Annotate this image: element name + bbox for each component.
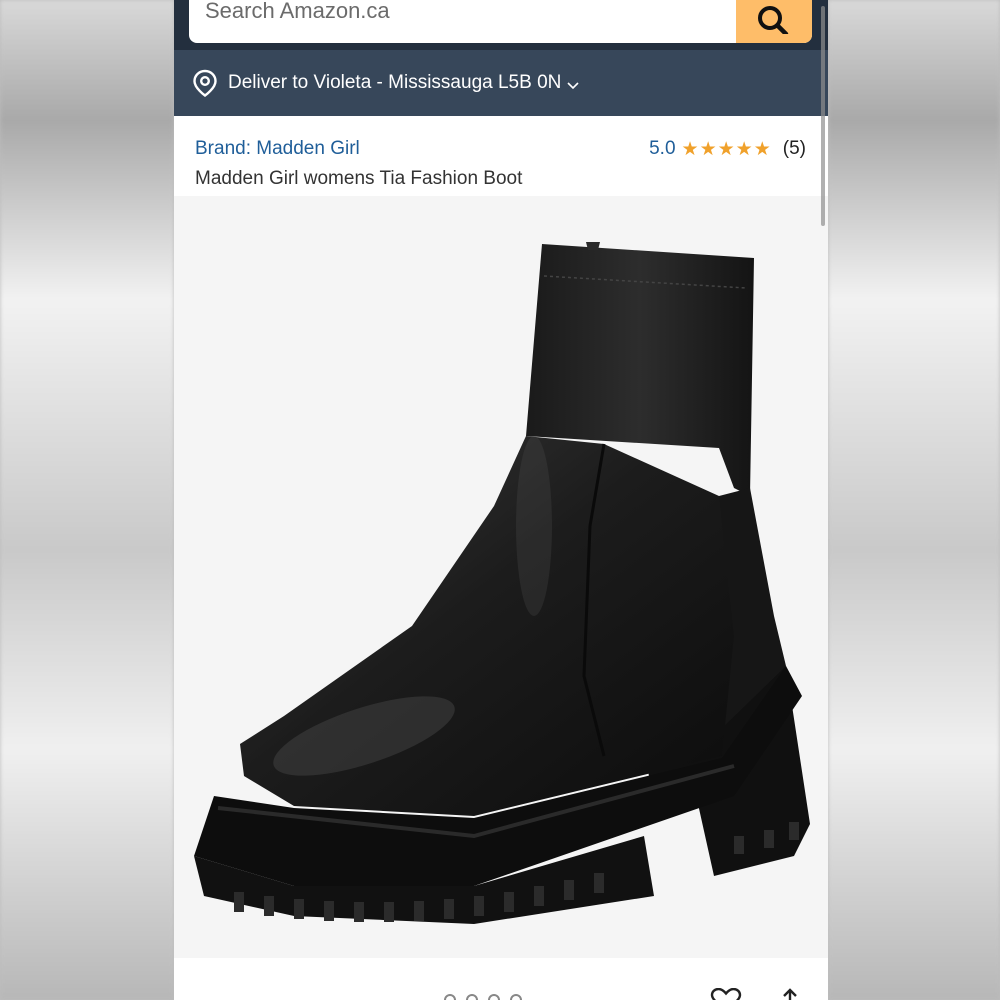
search-input[interactable]: Search Amazon.ca [205,0,390,24]
heart-icon[interactable] [709,988,743,1000]
image-footer [174,958,828,1000]
star-icon: ★ [717,138,735,160]
carousel-dot[interactable] [510,994,522,1000]
search-box[interactable]: Search Amazon.ca [189,0,812,43]
deliver-bar[interactable]: Deliver to Violeta - Mississauga L5B 0N [174,50,828,116]
brand-link[interactable]: Brand: Madden Girl [195,138,360,160]
deliver-to-text[interactable]: Deliver to Violeta - Mississauga L5B 0N [228,72,561,94]
rating[interactable]: 5.0 ★ ★ ★ ★ ★ (5) [649,138,806,160]
product-image[interactable] [174,196,828,958]
rating-value: 5.0 [649,138,676,159]
star-icon: ★ [699,138,717,160]
carousel-dot[interactable] [488,994,500,1000]
star-rating: ★ ★ ★ ★ ★ [682,140,771,159]
search-button[interactable] [736,0,812,43]
carousel-dot[interactable] [444,994,456,1000]
carousel-dot[interactable] [466,994,478,1000]
phone-screen: Search Amazon.ca Deliver to Violeta - Mi… [174,0,828,1000]
scrollbar[interactable] [821,6,825,226]
header: Search Amazon.ca [174,0,828,50]
star-icon: ★ [735,138,753,160]
product-header: Brand: Madden Girl Madden Girl womens Ti… [174,116,828,196]
background-right [828,0,1000,1000]
carousel-dots[interactable] [444,994,522,1000]
boot-image [194,242,810,924]
product-title: Madden Girl womens Tia Fashion Boot [195,168,523,189]
star-icon: ★ [753,138,771,160]
star-icon: ★ [681,138,699,160]
review-count[interactable]: (5) [783,138,806,160]
share-icon[interactable] [779,988,801,1000]
chevron-down-icon [567,82,579,90]
search-icon [758,5,789,34]
location-pin-icon [193,69,217,97]
background-left [0,0,174,1000]
